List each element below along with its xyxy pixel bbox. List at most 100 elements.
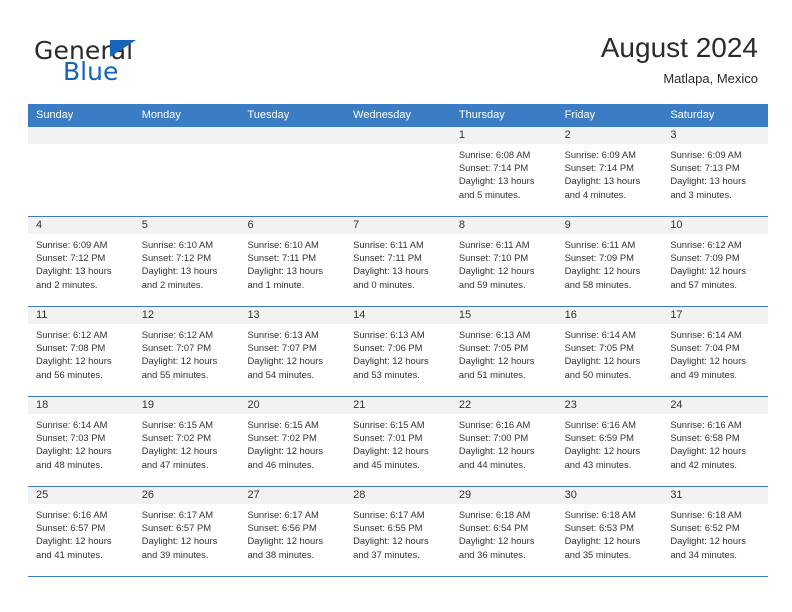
day-cell[interactable]: 20 Sunrise: 6:15 AM Sunset: 7:02 PM Dayl… — [239, 397, 346, 486]
day-cell[interactable]: 4 Sunrise: 6:09 AM Sunset: 7:12 PM Dayli… — [28, 217, 134, 306]
day-number: 26 — [141, 489, 154, 501]
daylight-text-line1: Daylight: 12 hours — [564, 265, 641, 277]
day-number: 24 — [670, 399, 683, 411]
day-number-band: 29 — [450, 487, 557, 504]
day-cell[interactable]: 22 Sunrise: 6:16 AM Sunset: 7:00 PM Dayl… — [450, 397, 557, 486]
day-cell[interactable]: 18 Sunrise: 6:14 AM Sunset: 7:03 PM Dayl… — [28, 397, 134, 486]
daylight-text-line1: Daylight: 12 hours — [247, 445, 324, 457]
day-cell[interactable]: 15 Sunrise: 6:13 AM Sunset: 7:05 PM Dayl… — [450, 307, 557, 396]
day-details: Sunrise: 6:15 AM Sunset: 7:01 PM Dayligh… — [345, 414, 451, 471]
day-cell[interactable]: 29 Sunrise: 6:18 AM Sunset: 6:54 PM Dayl… — [450, 487, 557, 576]
brand-logo[interactable]: General Blue — [34, 38, 264, 90]
day-cell[interactable]: 5 Sunrise: 6:10 AM Sunset: 7:12 PM Dayli… — [133, 217, 240, 306]
day-number: 7 — [353, 219, 360, 231]
day-cell[interactable]: 25 Sunrise: 6:16 AM Sunset: 6:57 PM Dayl… — [28, 487, 134, 576]
day-number-band: 26 — [133, 487, 240, 504]
day-cell[interactable] — [28, 127, 134, 216]
day-number-band: 20 — [239, 397, 346, 414]
day-cell[interactable] — [239, 127, 346, 216]
day-cell[interactable]: 16 Sunrise: 6:14 AM Sunset: 7:05 PM Dayl… — [556, 307, 663, 396]
day-cell[interactable]: 19 Sunrise: 6:15 AM Sunset: 7:02 PM Dayl… — [133, 397, 240, 486]
weekday-header-friday: Friday — [564, 109, 596, 121]
sunrise-text: Sunrise: 6:18 AM — [564, 509, 636, 520]
day-cell[interactable]: 23 Sunrise: 6:16 AM Sunset: 6:59 PM Dayl… — [556, 397, 663, 486]
sunset-text: Sunset: 7:05 PM — [458, 342, 529, 354]
sunrise-text: Sunrise: 6:16 AM — [458, 419, 531, 430]
daylight-text-line1: Daylight: 13 hours — [670, 175, 746, 187]
week-row: 11 Sunrise: 6:12 AM Sunset: 7:08 PM Dayl… — [28, 306, 769, 396]
brand-name-blue: Blue — [63, 57, 119, 86]
day-cell[interactable]: 27 Sunrise: 6:17 AM Sunset: 6:56 PM Dayl… — [239, 487, 346, 576]
day-cell[interactable]: 21 Sunrise: 6:15 AM Sunset: 7:01 PM Dayl… — [345, 397, 451, 486]
daylight-text-line1: Daylight: 12 hours — [141, 355, 218, 367]
day-number-band — [345, 127, 451, 144]
day-details: Sunrise: 6:12 AM Sunset: 7:09 PM Dayligh… — [662, 234, 768, 291]
day-details: Sunrise: 6:15 AM Sunset: 7:02 PM Dayligh… — [239, 414, 345, 471]
sunrise-text: Sunrise: 6:12 AM — [36, 329, 108, 340]
sunrise-text: Sunrise: 6:13 AM — [353, 329, 425, 340]
day-cell[interactable]: 26 Sunrise: 6:17 AM Sunset: 6:57 PM Dayl… — [133, 487, 240, 576]
sunrise-text: Sunrise: 6:12 AM — [141, 329, 214, 340]
day-cell[interactable]: 7 Sunrise: 6:11 AM Sunset: 7:11 PM Dayli… — [345, 217, 451, 306]
sunrise-text: Sunrise: 6:09 AM — [36, 239, 108, 250]
day-cell[interactable]: 10 Sunrise: 6:12 AM Sunset: 7:09 PM Dayl… — [662, 217, 769, 306]
sunset-text: Sunset: 7:12 PM — [141, 252, 212, 264]
day-number: 28 — [353, 489, 366, 501]
sunset-text: Sunset: 7:14 PM — [458, 162, 529, 174]
sunrise-text: Sunrise: 6:18 AM — [670, 509, 742, 520]
day-number-band: 22 — [450, 397, 557, 414]
day-details: Sunrise: 6:14 AM Sunset: 7:04 PM Dayligh… — [662, 324, 768, 381]
daylight-text-line2: and 39 minutes. — [141, 548, 209, 560]
day-cell[interactable]: 31 Sunrise: 6:18 AM Sunset: 6:52 PM Dayl… — [662, 487, 769, 576]
daylight-text-line1: Daylight: 12 hours — [353, 445, 429, 457]
day-details: Sunrise: 6:12 AM Sunset: 7:07 PM Dayligh… — [134, 324, 240, 381]
day-cell[interactable]: 24 Sunrise: 6:16 AM Sunset: 6:58 PM Dayl… — [662, 397, 769, 486]
day-cell[interactable]: 17 Sunrise: 6:14 AM Sunset: 7:04 PM Dayl… — [662, 307, 769, 396]
sunset-text: Sunset: 7:12 PM — [36, 252, 106, 264]
sunrise-text: Sunrise: 6:17 AM — [141, 509, 214, 520]
week-row: 25 Sunrise: 6:16 AM Sunset: 6:57 PM Dayl… — [28, 486, 769, 577]
sunset-text: Sunset: 7:00 PM — [458, 432, 529, 444]
day-details: Sunrise: 6:09 AM Sunset: 7:14 PM Dayligh… — [557, 144, 663, 201]
week-row: 1 Sunrise: 6:08 AM Sunset: 7:14 PM Dayli… — [28, 126, 769, 216]
daylight-text-line2: and 56 minutes. — [36, 368, 103, 380]
day-cell[interactable]: 8 Sunrise: 6:11 AM Sunset: 7:10 PM Dayli… — [450, 217, 557, 306]
day-details: Sunrise: 6:17 AM Sunset: 6:55 PM Dayligh… — [345, 504, 451, 561]
daylight-text-line1: Daylight: 12 hours — [458, 535, 535, 547]
day-cell[interactable]: 6 Sunrise: 6:10 AM Sunset: 7:11 PM Dayli… — [239, 217, 346, 306]
day-cell[interactable]: 28 Sunrise: 6:17 AM Sunset: 6:55 PM Dayl… — [345, 487, 451, 576]
daylight-text-line2: and 41 minutes. — [36, 548, 103, 560]
day-number-band: 11 — [28, 307, 134, 324]
day-cell[interactable]: 11 Sunrise: 6:12 AM Sunset: 7:08 PM Dayl… — [28, 307, 134, 396]
sunset-text: Sunset: 6:56 PM — [247, 522, 317, 534]
day-number: 22 — [458, 399, 472, 411]
day-cell[interactable]: 14 Sunrise: 6:13 AM Sunset: 7:06 PM Dayl… — [345, 307, 451, 396]
day-number-band — [28, 127, 134, 144]
sunrise-text: Sunrise: 6:15 AM — [141, 419, 214, 430]
day-number: 6 — [247, 219, 254, 231]
daylight-text-line1: Daylight: 13 hours — [353, 265, 429, 277]
day-details: Sunrise: 6:09 AM Sunset: 7:12 PM Dayligh… — [28, 234, 134, 291]
daylight-text-line1: Daylight: 12 hours — [670, 445, 746, 457]
day-number: 3 — [670, 129, 677, 141]
day-number: 31 — [670, 489, 683, 501]
daylight-text-line1: Daylight: 12 hours — [141, 445, 218, 457]
daylight-text-line2: and 45 minutes. — [353, 458, 420, 470]
weekday-header-saturday: Saturday — [670, 109, 715, 121]
sunrise-text: Sunrise: 6:11 AM — [564, 239, 636, 250]
day-cell[interactable]: 2 Sunrise: 6:09 AM Sunset: 7:14 PM Dayli… — [556, 127, 663, 216]
daylight-text-line1: Daylight: 12 hours — [36, 445, 112, 457]
day-cell[interactable]: 1 Sunrise: 6:08 AM Sunset: 7:14 PM Dayli… — [450, 127, 557, 216]
day-details: Sunrise: 6:11 AM Sunset: 7:09 PM Dayligh… — [557, 234, 663, 291]
day-cell[interactable]: 12 Sunrise: 6:12 AM Sunset: 7:07 PM Dayl… — [133, 307, 240, 396]
day-cell[interactable]: 3 Sunrise: 6:09 AM Sunset: 7:13 PM Dayli… — [662, 127, 769, 216]
day-number: 20 — [247, 399, 260, 411]
sunset-text: Sunset: 6:55 PM — [353, 522, 423, 534]
day-number-band: 27 — [239, 487, 346, 504]
day-cell[interactable]: 30 Sunrise: 6:18 AM Sunset: 6:53 PM Dayl… — [556, 487, 663, 576]
day-cell[interactable]: 9 Sunrise: 6:11 AM Sunset: 7:09 PM Dayli… — [556, 217, 663, 306]
day-cell[interactable] — [345, 127, 451, 216]
day-cell[interactable] — [133, 127, 240, 216]
sunset-text: Sunset: 7:07 PM — [141, 342, 212, 354]
day-cell[interactable]: 13 Sunrise: 6:13 AM Sunset: 7:07 PM Dayl… — [239, 307, 346, 396]
